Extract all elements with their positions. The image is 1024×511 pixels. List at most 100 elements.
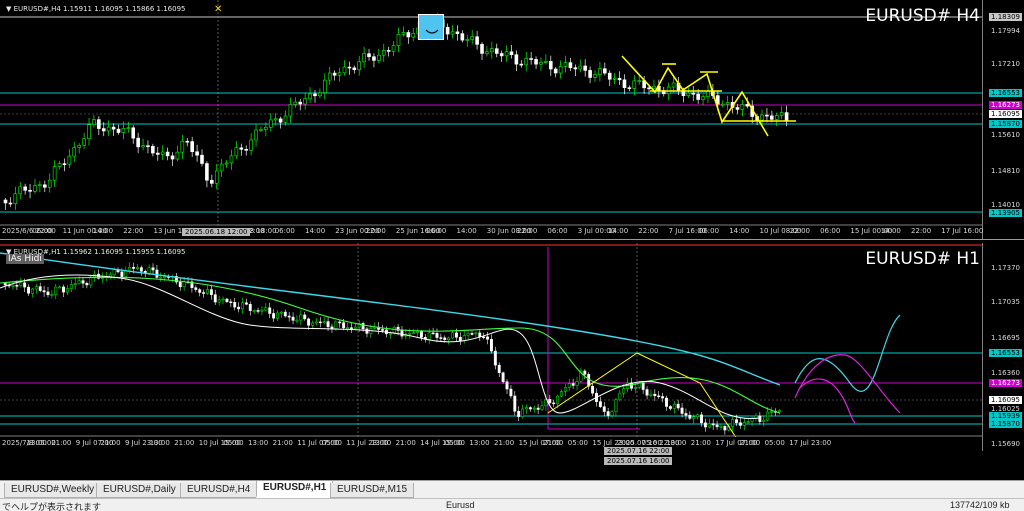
h1-candle-body — [777, 410, 781, 413]
h4-candle-body — [391, 45, 396, 52]
h4-candle-body — [548, 61, 553, 70]
h4-candle-body — [671, 82, 676, 88]
h1-candle-body — [155, 269, 159, 278]
h4-candle-body — [578, 65, 583, 70]
h4-candle-body — [720, 103, 725, 106]
h4-time-axis[interactable]: 2025/6/6 22:00 06:00 11 Jun 00:00 14:00 22:0… — [0, 225, 983, 239]
tab-eurusd-m15[interactable]: EURUSD#,M15 — [330, 483, 415, 498]
h4-candle-body — [57, 163, 62, 167]
h4-candle-body — [539, 61, 543, 65]
h1-candle-body — [723, 426, 727, 431]
h1-time-label: 05:00 — [567, 439, 588, 447]
h4-time-label: 14:00 — [456, 227, 477, 235]
h4-candle-body — [111, 126, 116, 130]
h4-candle-body — [278, 118, 283, 123]
h1-time-label: 13:00 — [248, 439, 269, 447]
h4-candle-body — [13, 193, 18, 204]
h4-candle-body — [175, 151, 180, 160]
h4-candle-body — [82, 138, 86, 146]
chart-h1[interactable]: ▼ EURUSD#,H1 1.15962 1.16095 1.15955 1.1… — [0, 243, 1024, 451]
h4-price-tag: 1.16273 — [989, 101, 1022, 109]
h1-time-axis[interactable]: 2025/7/8 05:00 13:00 21:00 9 Jul 07:00 21:00… — [0, 437, 982, 451]
h4-candle-body — [18, 186, 23, 195]
h1-candle-body — [567, 383, 571, 388]
h4-price-tick: 1.17210 — [991, 60, 1020, 68]
h4-candle-body — [475, 36, 479, 45]
h4-price-axis[interactable]: 1.17994 1.17210 1.16095 1.15610 1.14810 1.140… — [982, 0, 1024, 239]
h4-candle-body — [622, 79, 627, 88]
h1-candle-body — [482, 336, 486, 339]
h1-candle-body — [3, 282, 7, 286]
h1-candle-body — [330, 326, 334, 329]
h1-time-label: 21:00 — [494, 439, 515, 447]
h4-candle-body — [372, 56, 376, 61]
tab-eurusd-daily[interactable]: EURUSD#,Daily — [96, 483, 183, 498]
h4-time-label: 14:00 — [880, 227, 901, 235]
status-bar: でヘルプが表示されます Eurusd 137742/109 kb — [0, 498, 1024, 511]
h4-candle-body — [33, 185, 37, 192]
h4-candle-body — [774, 115, 779, 120]
status-symbol: Eurusd — [446, 500, 475, 510]
h1-candle-body — [602, 406, 606, 412]
h1-price-tick: 1.15690 — [991, 440, 1020, 448]
h4-candle-body — [229, 155, 234, 164]
h4-candle-body — [524, 58, 529, 66]
h4-candle-body — [445, 26, 450, 35]
h1-time-label: 21:00 — [100, 439, 121, 447]
h4-price-tag: 1.16553 — [989, 89, 1022, 97]
h1-candles-canvas[interactable] — [0, 243, 982, 437]
h4-candle-body — [603, 68, 607, 74]
h4-price-tag: 1.18309 — [989, 13, 1022, 21]
h4-candle-body — [647, 87, 651, 90]
h1-candle-body — [703, 422, 707, 428]
h4-candle-body — [563, 62, 568, 67]
h1-crosshair-tag-a: 2025.07.16 22:00 — [604, 447, 673, 455]
h1-candle-body — [27, 286, 30, 294]
h4-candle-body — [499, 53, 504, 57]
h1-candle-body — [241, 302, 244, 310]
cross-marker-icon: ✕ — [214, 4, 223, 15]
h4-time-label: 06:00 — [426, 227, 447, 235]
h1-price-tick: 1.16695 — [991, 334, 1020, 342]
h1-candle-body — [641, 383, 645, 390]
chart-h4[interactable]: ▼ EURUSD#,H4 1.15911 1.16095 1.15866 1.1… — [0, 0, 1024, 240]
h1-candle-body — [497, 364, 501, 373]
h4-candle-body — [244, 149, 249, 151]
h4-candle-body — [126, 127, 131, 130]
h1-candle-body — [206, 289, 209, 294]
tab-eurusd-weekly[interactable]: EURUSD#,Weekly — [4, 483, 102, 498]
h4-candle-body — [553, 68, 558, 74]
h1-candle-body — [447, 337, 451, 340]
h1-time-label: 13:00 — [666, 439, 687, 447]
h1-candle-body — [229, 301, 233, 304]
h4-info-line: ▼ EURUSD#,H4 1.15911 1.16095 1.15866 1.1… — [6, 5, 186, 13]
tab-eurusd-h4[interactable]: EURUSD#,H4 — [180, 483, 258, 498]
h4-candle-body — [760, 114, 764, 121]
h1-time-label: 21:00 — [543, 439, 564, 447]
h4-time-label: 22:00 — [638, 227, 659, 235]
h4-candle-body — [77, 145, 81, 148]
h1-candle-body — [657, 395, 661, 398]
h4-candle-body — [52, 166, 57, 181]
h1-candle-body — [303, 314, 307, 320]
h1-candle-body — [505, 381, 509, 390]
h4-candles-canvas[interactable] — [0, 0, 982, 226]
h4-candle-body — [151, 145, 155, 154]
h4-time-label: 14:00 — [608, 227, 629, 235]
h1-candle-body — [742, 422, 746, 426]
h1-candle-body — [493, 350, 497, 366]
tab-eurusd-h1[interactable]: EURUSD#,H1 — [256, 481, 334, 498]
h4-candle-body — [259, 129, 263, 131]
h1-candle-body — [225, 298, 229, 303]
h4-candle-body — [357, 61, 362, 71]
h1-candle-body — [19, 282, 23, 286]
h1-candle-body — [132, 267, 136, 269]
h1-time-label: 21:00 — [740, 439, 761, 447]
h4-candle-body — [745, 104, 750, 107]
h1-time-label: 05:00 — [444, 439, 465, 447]
h1-candle-body — [517, 410, 521, 417]
h1-candle-body — [209, 289, 213, 295]
smile-icon[interactable] — [418, 14, 444, 40]
h4-candle-body — [784, 112, 789, 121]
h1-price-axis[interactable]: 1.17370 1.17035 1.16695 1.16360 1.16025 1.156… — [982, 243, 1024, 451]
